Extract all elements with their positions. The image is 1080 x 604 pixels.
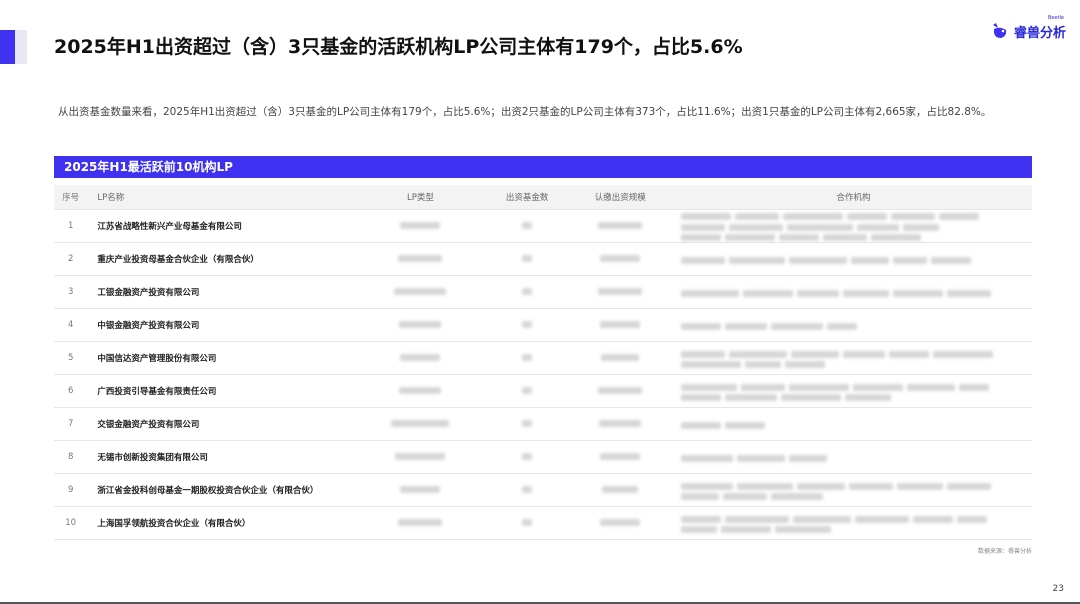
lp-name: 广西投资引导基金有限责任公司 [87,374,352,408]
scale-blurred [565,506,676,540]
row-index: 5 [54,341,88,375]
page-number: 23 [1052,584,1064,594]
lp-name: 无锡市创新投资集团有限公司 [87,440,352,474]
row-index: 3 [54,275,88,309]
table-row: 5 中国信达资产管理股份有限公司 [54,341,1032,375]
table-row: 10 上海国孚领航投资合伙企业（有限合伙） [54,506,1032,540]
lp-name: 中国信达资产管理股份有限公司 [87,341,352,375]
partners-blurred [675,440,1032,474]
fund-count-blurred [488,275,566,309]
table-row: 1 江苏省战略性新兴产业母基金有限公司 [54,209,1032,243]
scale-blurred [565,209,676,243]
row-index: 8 [54,440,88,474]
lp-type-blurred [352,374,489,408]
beetle-logo-icon [992,23,1007,38]
col-header-index: 序号 [54,185,88,210]
col-header-scale: 认缴出资规模 [565,185,676,210]
row-index: 10 [54,506,88,540]
table-header-row: 序号 LP名称 LP类型 出资基金数 认缴出资规模 合作机构 [54,185,1032,210]
table-title: 2025年H1最活跃前10机构LP [54,156,1032,178]
row-index: 1 [54,209,88,243]
scale-blurred [565,341,676,375]
lp-name: 江苏省战略性新兴产业母基金有限公司 [87,209,352,243]
scale-blurred [565,242,676,276]
partners-blurred [675,473,1032,507]
fund-count-blurred [488,209,566,243]
lp-name: 中银金融资产投资有限公司 [87,308,352,342]
accent-bar [0,30,15,64]
fund-count-blurred [488,308,566,342]
scale-blurred [565,440,676,474]
row-index: 9 [54,473,88,507]
lp-type-blurred [352,242,489,276]
table-row: 9 浙江省金投科创母基金一期股权投资合伙企业（有限合伙） [54,473,1032,507]
col-header-partners: 合作机构 [675,185,1032,210]
table-row: 3 工银金融资产投资有限公司 [54,275,1032,309]
lp-type-blurred [352,209,489,243]
row-index: 4 [54,308,88,342]
logo: 睿兽分析 [990,18,1066,44]
fund-count-blurred [488,506,566,540]
summary-text: 从出资基金数量来看，2025年H1出资超过（含）3只基金的LP公司主体有179个… [58,106,992,118]
fund-count-blurred [488,341,566,375]
page-title: 2025年H1出资超过（含）3只基金的活跃机构LP公司主体有179个，占比5.6… [54,36,743,58]
scale-blurred [565,308,676,342]
lp-name: 浙江省金投科创母基金一期股权投资合伙企业（有限合伙） [87,473,352,507]
fund-count-blurred [488,242,566,276]
table-row: 7 交银金融资产投资有限公司 [54,407,1032,441]
partners-blurred [675,242,1032,276]
lp-type-blurred [352,275,489,309]
row-index: 6 [54,374,88,408]
col-header-fund-count: 出资基金数 [488,185,566,210]
lp-name: 工银金融资产投资有限公司 [87,275,352,309]
scale-blurred [565,275,676,309]
lp-name: 交银金融资产投资有限公司 [87,407,352,441]
row-index: 2 [54,242,88,276]
accent-bar-light [15,30,27,64]
partners-blurred [675,407,1032,441]
col-header-name: LP名称 [87,185,352,210]
table-row: 2 重庆产业投资母基金合伙企业（有限合伙） [54,242,1032,276]
lp-name: 重庆产业投资母基金合伙企业（有限合伙） [87,242,352,276]
table-row: 6 广西投资引导基金有限责任公司 [54,374,1032,408]
row-index: 7 [54,407,88,441]
lp-type-blurred [352,473,489,507]
lp-name: 上海国孚领航投资合伙企业（有限合伙） [87,506,352,540]
fund-count-blurred [488,473,566,507]
partners-blurred [675,374,1032,408]
partners-blurred [675,308,1032,342]
partners-blurred [675,506,1032,540]
lp-type-blurred [352,407,489,441]
logo-text: 睿兽分析 [1013,25,1066,41]
partners-blurred [675,341,1032,375]
fund-count-blurred [488,440,566,474]
table-row: 4 中银金融资产投资有限公司 [54,308,1032,342]
scale-blurred [565,374,676,408]
col-header-type: LP类型 [352,185,489,210]
partners-blurred [675,275,1032,309]
fund-count-blurred [488,374,566,408]
fund-count-blurred [488,407,566,441]
scale-blurred [565,407,676,441]
table-row: 8 无锡市创新投资集团有限公司 [54,440,1032,474]
partners-blurred [675,209,1032,243]
lp-type-blurred [352,506,489,540]
lp-type-blurred [352,440,489,474]
data-source: 数据来源：睿兽分析 [977,548,1032,555]
scale-blurred [565,473,676,507]
lp-table: 序号 LP名称 LP类型 出资基金数 认缴出资规模 合作机构 1 江苏省战略性新兴… [54,185,1032,540]
lp-type-blurred [352,341,489,375]
lp-type-blurred [352,308,489,342]
